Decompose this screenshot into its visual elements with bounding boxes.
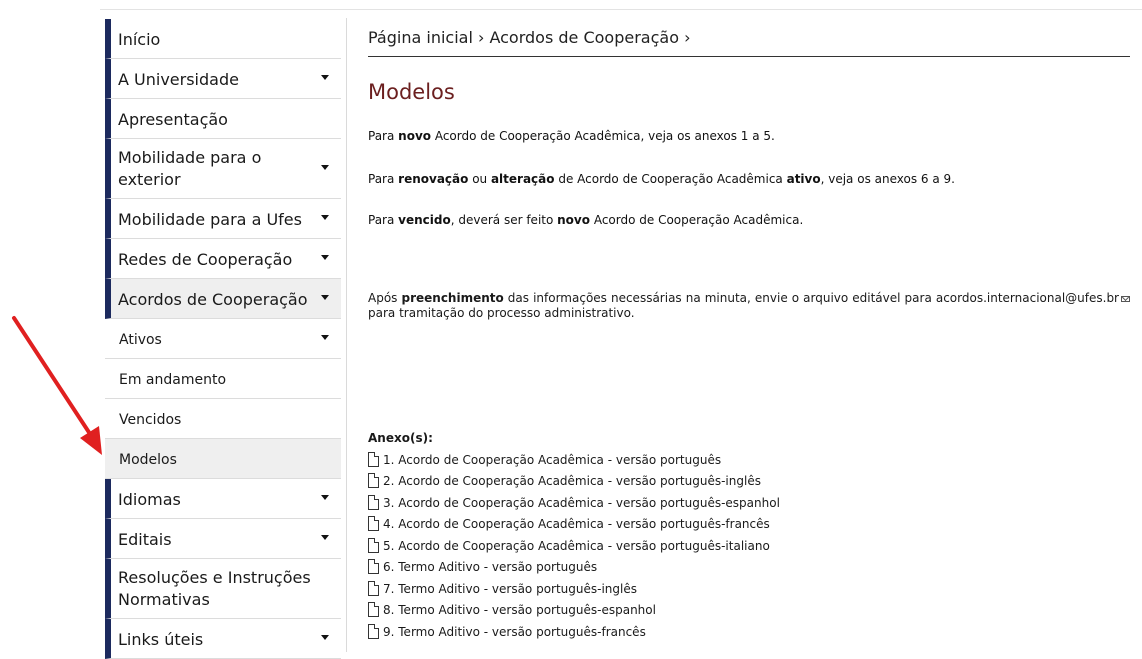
sidebar-subitem-label: Em andamento — [119, 372, 227, 388]
sidebar-subitem-label: Ativos — [119, 332, 162, 348]
sidebar-item-label: Acordos de Cooperação — [118, 290, 308, 309]
chevron-down-icon[interactable] — [321, 534, 329, 540]
annex-link[interactable]: 1. Acordo de Cooperação Acadêmica - vers… — [383, 451, 721, 469]
paragraph-renovacao: Para renovação ou alteração de Acordo de… — [368, 172, 955, 186]
annex-link[interactable]: 6. Termo Aditivo - versão português — [383, 558, 597, 576]
sidebar-item-label: Redes de Cooperação — [118, 250, 293, 269]
document-icon — [368, 537, 379, 553]
chevron-down-icon[interactable] — [321, 214, 329, 220]
chevron-down-icon[interactable] — [321, 334, 329, 340]
sidebar-subitem-em-andamento[interactable]: Em andamento — [105, 359, 341, 399]
list-item: 4. Acordo de Cooperação Acadêmica - vers… — [368, 512, 780, 534]
sidebar-item-idiomas[interactable]: Idiomas — [105, 479, 341, 519]
paragraph-envio: Após preenchimento das informações neces… — [368, 291, 1130, 321]
document-icon — [368, 559, 379, 574]
sidebar-nav: Início A Universidade Apresentação Mobil… — [105, 19, 341, 659]
list-item: 3. Acordo de Cooperação Acadêmica - vers… — [368, 490, 780, 512]
mail-icon — [1121, 295, 1130, 302]
sidebar-item-label: Início — [118, 30, 161, 49]
sidebar-item-links-uteis[interactable]: Links úteis — [105, 619, 341, 659]
breadcrumb[interactable]: Página inicial › Acordos de Cooperação › — [368, 27, 1130, 57]
email-link[interactable]: acordos.internacional@ufes.br — [936, 291, 1119, 305]
sidebar-subitem-modelos[interactable]: Modelos — [105, 439, 341, 479]
paragraph-novo: Para novo Acordo de Cooperação Acadêmica… — [368, 129, 775, 143]
sidebar-item-label: Editais — [118, 530, 172, 549]
sidebar-item-redes-cooperacao[interactable]: Redes de Cooperação — [105, 239, 341, 279]
chevron-down-icon[interactable] — [321, 164, 329, 170]
document-icon — [368, 516, 379, 531]
sidebar-item-label: Resoluções e Instruções Normativas — [118, 568, 311, 609]
annex-link[interactable]: 2. Acordo de Cooperação Acadêmica - vers… — [383, 472, 761, 490]
column-divider — [346, 18, 347, 652]
chevron-down-icon[interactable] — [321, 294, 329, 300]
sidebar-item-apresentacao[interactable]: Apresentação — [105, 99, 341, 139]
sidebar-subitem-vencidos[interactable]: Vencidos — [105, 399, 341, 439]
red-arrow-annotation — [12, 316, 102, 455]
sidebar-item-label: Mobilidade para o exterior — [118, 148, 262, 189]
sidebar-subitem-label: Modelos — [119, 452, 177, 468]
annex-link[interactable]: 4. Acordo de Cooperação Acadêmica - vers… — [383, 515, 770, 533]
document-icon — [368, 494, 379, 510]
annex-list: 1. Acordo de Cooperação Acadêmica - vers… — [368, 447, 780, 641]
sidebar-item-label: Links úteis — [118, 630, 204, 649]
sidebar-item-acordos-cooperacao[interactable]: Acordos de Cooperação — [105, 279, 341, 319]
annex-link[interactable]: 9. Termo Aditivo - versão português-fran… — [383, 623, 646, 641]
chevron-down-icon[interactable] — [321, 494, 329, 500]
chevron-down-icon[interactable] — [321, 254, 329, 260]
list-item: 2. Acordo de Cooperação Acadêmica - vers… — [368, 469, 780, 491]
annex-link[interactable]: 3. Acordo de Cooperação Acadêmica - vers… — [383, 494, 780, 512]
annex-link[interactable]: 8. Termo Aditivo - versão português-espa… — [383, 601, 656, 619]
list-item: 6. Termo Aditivo - versão português — [368, 555, 780, 577]
annex-link[interactable]: 5. Acordo de Cooperação Acadêmica - vers… — [383, 537, 770, 555]
top-divider — [100, 9, 1142, 10]
sidebar-item-inicio[interactable]: Início — [105, 19, 341, 59]
chevron-down-icon[interactable] — [321, 634, 329, 640]
page-title: Modelos — [368, 80, 455, 104]
chevron-down-icon[interactable] — [321, 74, 329, 80]
document-icon — [368, 623, 379, 639]
sidebar-item-editais[interactable]: Editais — [105, 519, 341, 559]
sidebar-item-mobilidade-exterior[interactable]: Mobilidade para o exterior — [105, 139, 341, 199]
list-item: 7. Termo Aditivo - versão português-ingl… — [368, 576, 780, 598]
list-item: 5. Acordo de Cooperação Acadêmica - vers… — [368, 533, 780, 555]
annex-heading: Anexo(s): — [368, 431, 433, 445]
sidebar-item-mobilidade-ufes[interactable]: Mobilidade para a Ufes — [105, 199, 341, 239]
sidebar-item-label: Idiomas — [118, 490, 181, 509]
sidebar-item-label: Apresentação — [118, 110, 228, 129]
list-item: 1. Acordo de Cooperação Acadêmica - vers… — [368, 447, 780, 469]
sidebar-item-label: A Universidade — [118, 70, 239, 89]
document-icon — [368, 473, 379, 488]
sidebar-subitem-label: Vencidos — [119, 412, 182, 428]
list-item: 8. Termo Aditivo - versão português-espa… — [368, 598, 780, 620]
sidebar-item-label: Mobilidade para a Ufes — [118, 210, 302, 229]
document-icon — [368, 580, 379, 596]
annex-link[interactable]: 7. Termo Aditivo - versão português-ingl… — [383, 580, 637, 598]
sidebar-item-a-universidade[interactable]: A Universidade — [105, 59, 341, 99]
document-icon — [368, 602, 379, 617]
sidebar-subitem-ativos[interactable]: Ativos — [105, 319, 341, 359]
list-item: 9. Termo Aditivo - versão português-fran… — [368, 619, 780, 641]
paragraph-vencido: Para vencido, deverá ser feito novo Acor… — [368, 213, 804, 227]
sidebar-item-resolucoes[interactable]: Resoluções e Instruções Normativas — [105, 559, 341, 619]
document-icon — [368, 451, 379, 467]
